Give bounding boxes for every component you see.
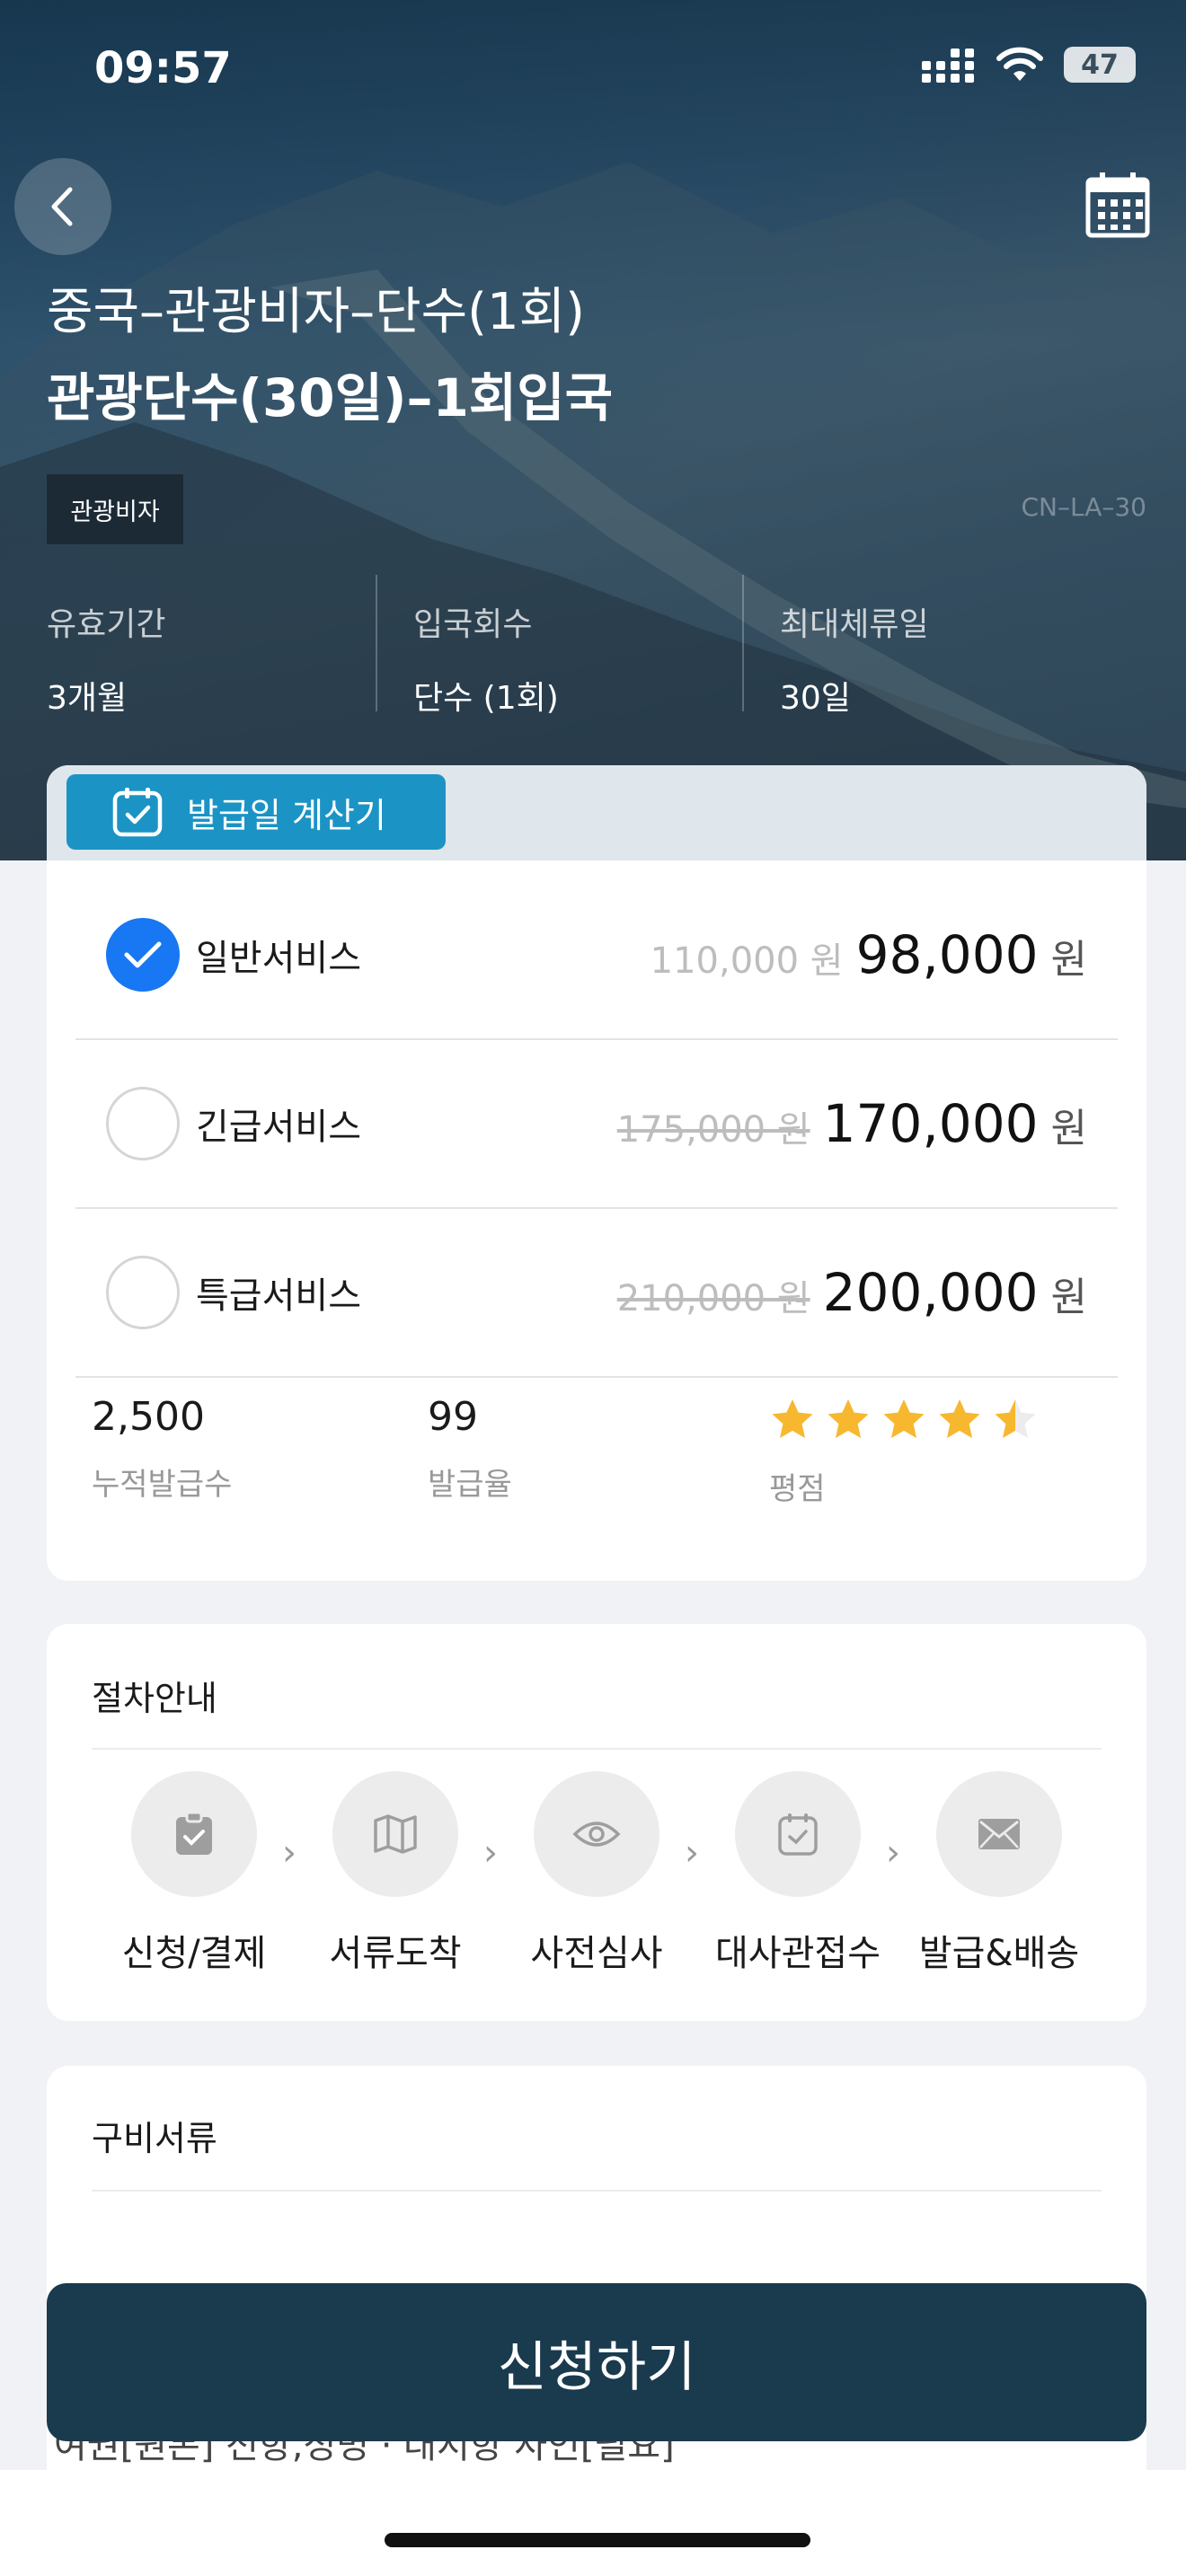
calculator-label: 발급일 계산기 (187, 795, 386, 835)
chevron-right-icon: › (685, 1832, 699, 1874)
status-icons: 47 (922, 47, 1136, 83)
bottom-safe-area (0, 2470, 1186, 2576)
stat-value: 99 (428, 1394, 478, 1440)
stat-issue-rate: 99 발급율 (428, 1394, 512, 1504)
star-icon (828, 1399, 869, 1438)
step-circle (131, 1771, 257, 1897)
visa-subtitle: 관광단수(30일)–1회입국 (47, 367, 613, 428)
meta-label: 유효기간 (47, 606, 166, 643)
original-price: 110,000 원 (650, 940, 844, 982)
meta-label: 입국회수 (413, 606, 533, 643)
star-rating (769, 1394, 1039, 1444)
envelope-icon (978, 1819, 1020, 1849)
meta-divider (376, 575, 377, 711)
option-row-normal[interactable]: 일반서비스 110,000 원 98,000 원 (75, 871, 1118, 1040)
section-title: 구비서류 (92, 2119, 217, 2158)
star-icon (883, 1399, 925, 1438)
calendar-button[interactable] (1085, 171, 1150, 239)
visa-type-tag: 관광비자 (47, 474, 183, 544)
option-label: 특급서비스 (196, 1275, 361, 1317)
step-label: 사전심사 (530, 1933, 663, 1974)
home-indicator[interactable] (385, 2533, 810, 2547)
calendar-icon (1085, 172, 1150, 238)
option-prices: 110,000 원 98,000 원 (651, 924, 1087, 985)
stat-label: 평점 (769, 1471, 826, 1507)
meta-validity: 유효기간 3개월 (47, 598, 388, 719)
chevron-right-icon: › (483, 1832, 498, 1874)
issue-date-calculator-button[interactable]: 발급일 계산기 (66, 774, 446, 850)
meta-value: 단수 (1회) (413, 680, 559, 717)
step-label: 서류도착 (329, 1933, 462, 1974)
radio-unchecked[interactable] (106, 1256, 180, 1329)
wifi-icon (996, 47, 1043, 81)
eye-icon (572, 1822, 621, 1847)
stat-value: 2,500 (92, 1394, 205, 1440)
section-title: 절차안내 (92, 1679, 217, 1718)
stat-label: 누적발급수 (92, 1467, 233, 1503)
radio-unchecked[interactable] (106, 1087, 180, 1160)
section-divider (92, 2190, 1102, 2192)
clipboard-icon (176, 1812, 212, 1855)
meta-divider (742, 575, 744, 711)
step-circle (735, 1771, 861, 1897)
original-price: 210,000 원 (616, 1278, 810, 1319)
step-issue-delivery: 발급&배송 (905, 1771, 1093, 1976)
step-label: 발급&배송 (918, 1933, 1080, 1974)
chevron-left-icon (51, 187, 73, 226)
meta-value: 30일 (780, 680, 851, 717)
option-row-urgent[interactable]: 긴급서비스 175,000 원 170,000 원 (75, 1040, 1118, 1209)
currency-unit: 원 (1050, 937, 1087, 983)
chevron-right-icon: › (886, 1832, 900, 1874)
meta-label: 최대체류일 (780, 606, 929, 643)
stat-rating: 평점 (769, 1394, 1039, 1508)
step-pre-review: 사전심사 (502, 1771, 691, 1976)
sale-price: 170,000 (822, 1093, 1039, 1154)
stat-label: 발급율 (428, 1467, 512, 1503)
signal-icon (922, 49, 974, 83)
procedure-card: 절차안내 신청/결제 서류도착 사전심사 대사관접수 발급&배송 (47, 1624, 1146, 2021)
step-documents-arrival: 서류도착 (301, 1771, 490, 1976)
stat-issued-count: 2,500 누적발급수 (92, 1394, 232, 1504)
option-label: 일반서비스 (196, 938, 361, 979)
step-circle (332, 1771, 458, 1897)
sale-price: 98,000 (855, 924, 1039, 985)
original-price: 175,000 원 (616, 1109, 810, 1151)
radio-checked[interactable] (106, 918, 180, 992)
section-divider (92, 1748, 1102, 1750)
product-code: CN–LA–30 (1021, 492, 1146, 522)
step-circle (534, 1771, 659, 1897)
sale-price: 200,000 (822, 1262, 1039, 1323)
star-icon (995, 1399, 1036, 1438)
checkmark-icon (124, 941, 162, 968)
star-icon (772, 1399, 813, 1438)
visa-title: 중국–관광비자–단수(1회) (47, 283, 586, 341)
step-apply-pay: 신청/결제 (100, 1771, 288, 1976)
chevron-right-icon: › (282, 1832, 296, 1874)
step-label: 대사관접수 (715, 1933, 881, 1974)
option-label: 긴급서비스 (196, 1107, 361, 1148)
back-button[interactable] (14, 158, 111, 255)
status-time: 09:57 (94, 43, 232, 93)
apply-button[interactable]: 신청하기 (47, 2283, 1146, 2441)
star-icon (939, 1399, 980, 1438)
battery-indicator: 47 (1064, 47, 1136, 83)
stats-row: 2,500 누적발급수 99 발급율 평점 (47, 1394, 1146, 1556)
currency-unit: 원 (1050, 1106, 1087, 1151)
currency-unit: 원 (1050, 1275, 1087, 1320)
meta-value: 3개월 (47, 680, 128, 717)
calendar-check-icon (112, 788, 163, 837)
step-embassy-submission: 대사관접수 (704, 1771, 892, 1976)
option-prices: 210,000 원 200,000 원 (617, 1262, 1087, 1323)
option-prices: 175,000 원 170,000 원 (617, 1093, 1087, 1154)
meta-entries: 입국회수 단수 (1회) (413, 598, 755, 719)
step-circle (936, 1771, 1062, 1897)
calendar-check-icon (778, 1813, 818, 1856)
option-row-express[interactable]: 특급서비스 210,000 원 200,000 원 (75, 1209, 1118, 1378)
meta-max-stay: 최대체류일 30일 (780, 598, 1121, 719)
map-icon (374, 1814, 417, 1854)
step-label: 신청/결제 (121, 1933, 267, 1974)
price-card: 발급일 계산기 일반서비스 110,000 원 98,000 원 긴급서비스 1… (47, 765, 1146, 1581)
